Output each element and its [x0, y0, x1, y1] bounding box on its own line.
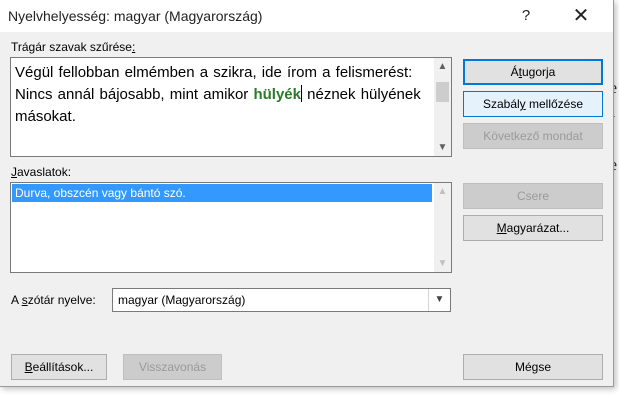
suggestions-list[interactable]: Durva, obszcén vagy bántó szó. ▲ ▼ [10, 182, 452, 273]
chevron-down-icon[interactable]: ▼ [428, 289, 450, 311]
dictionary-language-select[interactable]: magyar (Magyarország) ▼ [112, 288, 451, 312]
explain-button[interactable]: Magyarázat... [463, 215, 603, 241]
replace-button[interactable]: Csere [463, 183, 603, 209]
next-sentence-button[interactable]: Következő mondat [463, 123, 603, 149]
dictionary-language-label: A szótár nyelve: [11, 293, 96, 307]
text-cursor [300, 85, 302, 102]
flagged-word: hülyék [253, 86, 301, 103]
proofing-dialog: Nyelvhelyesség: magyar (Magyarország) ? … [0, 0, 614, 387]
sentence-textbox[interactable]: Végül fellobban elmémben a szikra, ide í… [10, 57, 452, 157]
title-bar: Nyelvhelyesség: magyar (Magyarország) ? … [0, 0, 613, 32]
suggestions-label: Javaslatok: [11, 165, 72, 179]
scrollbar-thumb[interactable] [436, 82, 449, 102]
sentence-text: Végül fellobban elmémben a szikra, ide í… [15, 64, 421, 125]
undo-button[interactable]: Visszavonás [123, 354, 222, 380]
close-button[interactable]: ✕ [558, 0, 604, 32]
scroll-up-icon[interactable]: ▲ [434, 58, 451, 75]
textbox-scrollbar[interactable]: ▲ ▼ [434, 58, 451, 156]
filter-label: Trágár szavak szűrése: [11, 40, 136, 54]
scroll-down-icon[interactable]: ▼ [434, 255, 451, 272]
settings-button[interactable]: Beállítások... [11, 354, 107, 380]
ignore-rule-button[interactable]: Szabály mellőzése [463, 91, 603, 117]
cancel-button[interactable]: Mégse [463, 354, 603, 380]
help-button[interactable]: ? [503, 0, 549, 32]
suggestion-item[interactable]: Durva, obszcén vagy bántó szó. [12, 184, 432, 202]
list-scrollbar[interactable]: ▲ ▼ [434, 183, 451, 272]
dialog-title: Nyelvhelyesség: magyar (Magyarország) [8, 8, 263, 24]
dictionary-language-value: magyar (Magyarország) [118, 293, 246, 307]
skip-button[interactable]: Átugorja [463, 59, 603, 85]
scroll-up-icon[interactable]: ▲ [434, 183, 451, 200]
scroll-down-icon[interactable]: ▼ [434, 139, 451, 156]
